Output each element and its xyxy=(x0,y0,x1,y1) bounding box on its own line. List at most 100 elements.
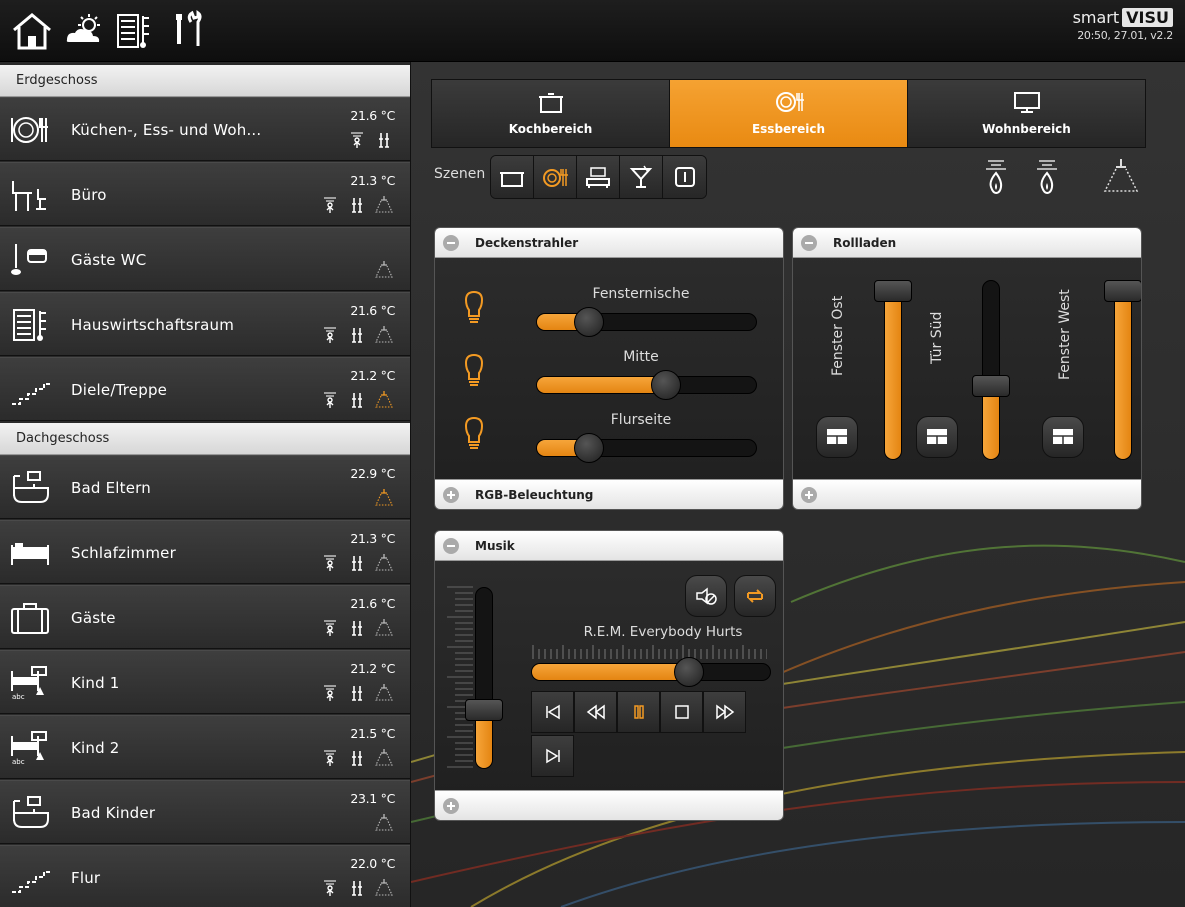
prev-button[interactable] xyxy=(531,691,574,733)
dimmer-slider-fensternische[interactable] xyxy=(536,313,757,331)
expand-icon[interactable] xyxy=(443,487,459,503)
playback-controls xyxy=(531,691,746,733)
tab-essbereich[interactable]: Essbereich xyxy=(670,80,908,147)
scene-party-button[interactable] xyxy=(620,156,663,198)
room-status-icons xyxy=(294,260,394,280)
scene-wohnen-button[interactable] xyxy=(577,156,620,198)
room-temperature: 23.1 °C xyxy=(350,791,395,806)
shutter-slider-sued[interactable] xyxy=(982,280,1000,460)
tab-label: Essbereich xyxy=(751,122,826,136)
room-item[interactable]: Bad Eltern 22.9 °C xyxy=(0,455,410,519)
tab-wohnbereich[interactable]: Wohnbereich xyxy=(908,80,1145,147)
weather-icon[interactable] xyxy=(62,8,106,54)
slider-knob[interactable] xyxy=(574,433,605,463)
room-item[interactable]: Flur 22.0 °C xyxy=(0,845,410,907)
shutter-knob[interactable] xyxy=(874,280,912,302)
room-item[interactable]: Büro 21.3 °C xyxy=(0,162,410,226)
pause-button[interactable] xyxy=(617,691,660,733)
house-floors-icon[interactable] xyxy=(112,8,156,54)
room-item[interactable]: Küchen-, Ess- und Woh... 21.6 °C xyxy=(0,97,410,161)
heating-icon xyxy=(347,553,367,573)
utility-room-icon xyxy=(10,307,50,343)
shutter-knob[interactable] xyxy=(1104,280,1141,302)
slider-knob[interactable] xyxy=(650,370,681,400)
shutter-label: Tür Süd xyxy=(929,311,945,364)
scene-kochen-button[interactable] xyxy=(491,156,534,198)
expand-icon[interactable] xyxy=(801,487,817,503)
room-item[interactable]: Schlafzimmer 21.3 °C xyxy=(0,520,410,584)
shutter-window-button[interactable] xyxy=(816,416,858,458)
room-item[interactable]: Bad Kinder 23.1 °C xyxy=(0,780,410,844)
stairs-icon xyxy=(10,860,50,896)
slider-label: Flurseite xyxy=(610,412,672,428)
room-temperature: 21.6 °C xyxy=(350,303,395,318)
collapse-icon[interactable] xyxy=(443,235,459,251)
prev-icon xyxy=(545,704,560,720)
rewind-icon xyxy=(586,704,605,720)
slider-label: Mitte xyxy=(623,349,659,365)
dimmer-slider-mitte[interactable] xyxy=(536,376,757,394)
stop-button[interactable] xyxy=(660,691,703,733)
toilet-icon xyxy=(10,242,50,278)
brand-visu: VISU xyxy=(1122,8,1173,27)
home-icon[interactable] xyxy=(10,8,54,54)
rgb-panel-header[interactable]: RGB-Beleuchtung xyxy=(435,479,783,509)
shutter-slider-ost[interactable] xyxy=(884,280,902,460)
room-temperature: 21.6 °C xyxy=(350,108,395,123)
tools-icon[interactable] xyxy=(165,8,209,54)
volume-scale xyxy=(447,586,473,768)
room-temperature: 22.0 °C xyxy=(350,856,395,871)
next-button[interactable] xyxy=(531,735,574,777)
room-item[interactable]: Diele/Treppe 21.2 °C xyxy=(0,357,410,421)
collapse-icon[interactable] xyxy=(801,235,817,251)
room-item[interactable]: abc Kind 1 21.2 °C xyxy=(0,650,410,714)
shutter-knob[interactable] xyxy=(972,374,1010,397)
volume-knob[interactable] xyxy=(465,699,503,721)
room-status-icons xyxy=(294,130,394,150)
room-item[interactable]: Gäste 21.6 °C xyxy=(0,585,410,649)
shutter-slider-west[interactable] xyxy=(1114,280,1132,460)
mute-button[interactable] xyxy=(685,575,727,617)
tab-kochbereich[interactable]: Kochbereich xyxy=(432,80,670,147)
room-status-icons xyxy=(294,195,394,215)
forward-button[interactable] xyxy=(703,691,746,733)
bulb-icon[interactable] xyxy=(464,290,484,326)
cocktail-icon xyxy=(629,165,653,188)
fireplace-light-icon[interactable] xyxy=(982,157,1010,195)
shutter-window-button[interactable] xyxy=(1042,416,1084,458)
status-text: 20:50, 27.01, v2.2 xyxy=(1077,29,1173,42)
shutter-window-button[interactable] xyxy=(916,416,958,458)
bulb-icon[interactable] xyxy=(464,353,484,389)
collapse-icon[interactable] xyxy=(443,538,459,554)
deckenstrahler-panel: Deckenstrahler Fensternische Mitte Flurs… xyxy=(434,227,784,510)
scene-aus-button[interactable] xyxy=(663,156,706,198)
fireplace-light-icon[interactable] xyxy=(1033,157,1061,195)
motion-icon xyxy=(320,618,340,638)
off-icon xyxy=(674,167,695,187)
bulb-icon[interactable] xyxy=(464,416,484,452)
dimmer-slider-flurseite[interactable] xyxy=(536,439,757,457)
slider-knob[interactable] xyxy=(574,307,605,337)
room-item[interactable]: Hauswirtschaftsraum 21.6 °C xyxy=(0,292,410,356)
pause-icon xyxy=(633,705,644,719)
room-item[interactable]: abc Kind 2 21.5 °C xyxy=(0,715,410,779)
scene-essen-button[interactable] xyxy=(534,156,577,198)
motion-icon xyxy=(320,878,340,898)
slider-fill xyxy=(885,281,901,459)
progress-knob[interactable] xyxy=(673,657,704,687)
expand-icon[interactable] xyxy=(443,798,459,814)
track-progress-slider[interactable] xyxy=(531,663,771,681)
brand: smart VISU 20:50, 27.01, v2.2 xyxy=(1073,8,1173,42)
room-name: Bad Eltern xyxy=(71,479,151,497)
musik-panel: Musik R.E.M. Everybody Hurts xyxy=(434,530,784,821)
suitcase-icon xyxy=(10,600,50,636)
room-name: Diele/Treppe xyxy=(71,381,168,399)
child-room-icon: abc xyxy=(10,730,50,766)
bath-icon xyxy=(10,470,50,506)
ceiling-light-on-icon xyxy=(374,390,394,410)
room-item[interactable]: Gäste WC xyxy=(0,227,410,291)
rewind-button[interactable] xyxy=(574,691,617,733)
ceiling-light-icon[interactable] xyxy=(1102,157,1140,195)
repeat-button[interactable] xyxy=(734,575,776,617)
volume-slider[interactable] xyxy=(475,587,493,769)
